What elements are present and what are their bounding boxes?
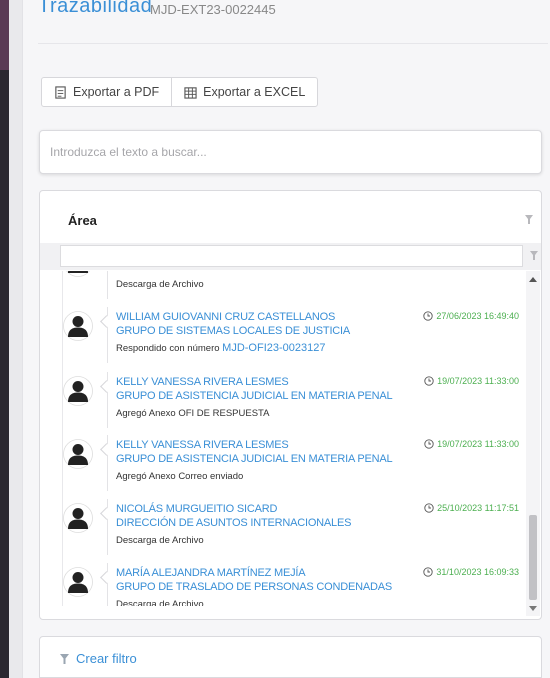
- scroll-up-arrow-icon[interactable]: [529, 277, 537, 282]
- activity-description: Descarga de Archivo: [116, 598, 204, 606]
- export-excel-button[interactable]: Exportar a EXCEL: [171, 78, 317, 106]
- user-group[interactable]: GRUPO DE ASISTENCIA JUDICIAL EN MATERIA …: [116, 453, 393, 465]
- user-avatar-icon: [63, 503, 93, 533]
- filter-icon: [60, 654, 69, 664]
- scroll-thumb[interactable]: [529, 515, 537, 600]
- export-excel-label: Exportar a EXCEL: [203, 85, 306, 99]
- activity-text: Descarga de Archivo: [116, 599, 204, 606]
- table-row[interactable]: MARÍA ALEJANDRA MARTÍNEZ MEJÍA GRUPO DE …: [63, 563, 524, 606]
- excel-file-icon: [184, 86, 197, 99]
- user-avatar-icon: [63, 311, 93, 341]
- clock-icon: [423, 567, 434, 577]
- user-name[interactable]: KELLY VANESSA RIVERA LESMES: [116, 439, 289, 451]
- activity-timestamp: 25/10/2023 11:17:51: [424, 503, 519, 513]
- activity-text: Respondido con número: [116, 343, 223, 354]
- record-reference: MJD-EXT23-0022445: [150, 2, 276, 17]
- timestamp-text: 19/07/2023 11:33:00: [437, 376, 519, 386]
- search-input[interactable]: [40, 131, 541, 173]
- user-name[interactable]: NICOLÁS MURGUEITIO SICARD: [116, 503, 277, 515]
- table-row[interactable]: KELLY VANESSA RIVERA LESMES GRUPO DE ASI…: [63, 372, 524, 432]
- grid-filter-row: [40, 243, 541, 270]
- activity-text: Descarga de Archivo: [116, 279, 204, 290]
- activity-entry: WILLIAM GUIOVANNI CRUZ CASTELLANOS GRUPO…: [107, 307, 524, 363]
- activity-reference-link[interactable]: MJD-OFI23-0023127: [222, 342, 325, 354]
- grid-scrollbar[interactable]: [526, 271, 540, 616]
- column-title-area: Área: [68, 213, 97, 228]
- activity-description: Descarga de Archivo: [116, 278, 204, 290]
- grid-column-header: Área: [40, 191, 541, 241]
- user-name[interactable]: WILLIAM GUIOVANNI CRUZ CASTELLANOS: [116, 311, 335, 323]
- activity-entry: NICOLÁS MURGUEITIO SICARD DIRECCIÓN DE A…: [107, 499, 524, 555]
- table-row[interactable]: GRUPO DE TRASLADO DE PERSONAS CONDENADAS…: [63, 271, 524, 303]
- table-row[interactable]: KELLY VANESSA RIVERA LESMES GRUPO DE ASI…: [63, 435, 524, 495]
- activity-entry: GRUPO DE TRASLADO DE PERSONAS CONDENADAS…: [107, 271, 524, 299]
- activity-entry: KELLY VANESSA RIVERA LESMES GRUPO DE ASI…: [107, 435, 524, 491]
- clock-icon: [424, 376, 434, 386]
- main-panel: Trazabilidad MJD-EXT23-0022445 Exportar …: [22, 0, 550, 678]
- activity-text: Descarga de Archivo: [116, 535, 204, 546]
- clock-icon: [424, 503, 434, 513]
- sidebar-edge: [0, 0, 9, 678]
- clock-icon: [424, 439, 434, 449]
- table-row[interactable]: WILLIAM GUIOVANNI CRUZ CASTELLANOS GRUPO…: [63, 307, 524, 367]
- search-panel: [39, 130, 542, 174]
- column-filter-icon[interactable]: [525, 215, 533, 224]
- timestamp-text: 25/10/2023 11:17:51: [437, 503, 519, 513]
- user-avatar-icon: [66, 271, 90, 277]
- create-filter-panel[interactable]: Crear filtro: [39, 636, 542, 678]
- user-group[interactable]: GRUPO DE TRASLADO DE PERSONAS CONDENADAS: [116, 271, 392, 273]
- export-pdf-label: Exportar a PDF: [73, 85, 160, 99]
- create-filter-label: Crear filtro: [76, 651, 137, 666]
- export-pdf-button[interactable]: Exportar a PDF: [42, 78, 171, 106]
- user-name[interactable]: KELLY VANESSA RIVERA LESMES: [116, 376, 289, 388]
- activity-description: Agregó Anexo Correo enviado: [116, 470, 243, 482]
- filter-row-icon[interactable]: [530, 251, 538, 260]
- activity-timestamp: 31/10/2023 16:09:33: [423, 567, 519, 577]
- activity-description: Agregó Anexo OFI DE RESPUESTA: [116, 407, 269, 419]
- user-group[interactable]: DIRECCIÓN DE ASUNTOS INTERNACIONALES: [116, 517, 351, 529]
- activity-entry: KELLY VANESSA RIVERA LESMES GRUPO DE ASI…: [107, 372, 524, 428]
- user-avatar-icon: [63, 439, 93, 469]
- activity-timestamp: 19/07/2023 11:33:00: [424, 376, 519, 386]
- table-row[interactable]: NICOLÁS MURGUEITIO SICARD DIRECCIÓN DE A…: [63, 499, 524, 559]
- activity-text: Agregó Anexo Correo enviado: [116, 471, 244, 482]
- timestamp-text: 19/07/2023 11:33:00: [437, 439, 519, 449]
- scroll-down-arrow-icon[interactable]: [529, 606, 537, 611]
- activity-description: Descarga de Archivo: [116, 534, 204, 546]
- sidebar-accent: [0, 0, 9, 70]
- user-group[interactable]: GRUPO DE SISTEMAS LOCALES DE JUSTICIA: [116, 325, 350, 337]
- activity-timestamp: 27/06/2023 16:49:40: [423, 311, 519, 321]
- page-title: Trazabilidad: [38, 0, 153, 17]
- pdf-file-icon: [55, 85, 66, 99]
- user-group[interactable]: GRUPO DE TRASLADO DE PERSONAS CONDENADAS: [116, 581, 392, 593]
- column-filter-input[interactable]: [60, 245, 523, 267]
- traceability-grid: Área GRUPO DE TRASLADO DE PERSONAS CONDE…: [39, 190, 542, 620]
- user-group[interactable]: GRUPO DE ASISTENCIA JUDICIAL EN MATERIA …: [116, 390, 393, 402]
- activity-entry: MARÍA ALEJANDRA MARTÍNEZ MEJÍA GRUPO DE …: [107, 563, 524, 606]
- page-header: Trazabilidad MJD-EXT23-0022445: [38, 0, 548, 44]
- activity-description: Respondido con número MJD-OFI23-0023127: [116, 342, 325, 354]
- activity-timestamp: 19/07/2023 11:33:00: [424, 439, 519, 449]
- grid-rows: GRUPO DE TRASLADO DE PERSONAS CONDENADAS…: [62, 271, 524, 606]
- export-toolbar: Exportar a PDF Exportar a EXCEL: [41, 77, 319, 107]
- user-avatar-icon: [63, 376, 93, 406]
- clock-icon: [423, 311, 434, 321]
- user-name[interactable]: MARÍA ALEJANDRA MARTÍNEZ MEJÍA: [116, 567, 306, 579]
- activity-text: Agregó Anexo OFI DE RESPUESTA: [116, 408, 270, 419]
- timestamp-text: 27/06/2023 16:49:40: [436, 311, 519, 321]
- user-avatar-icon: [63, 567, 93, 597]
- window-left-edge: [0, 0, 22, 678]
- timestamp-text: 31/10/2023 16:09:33: [436, 567, 519, 577]
